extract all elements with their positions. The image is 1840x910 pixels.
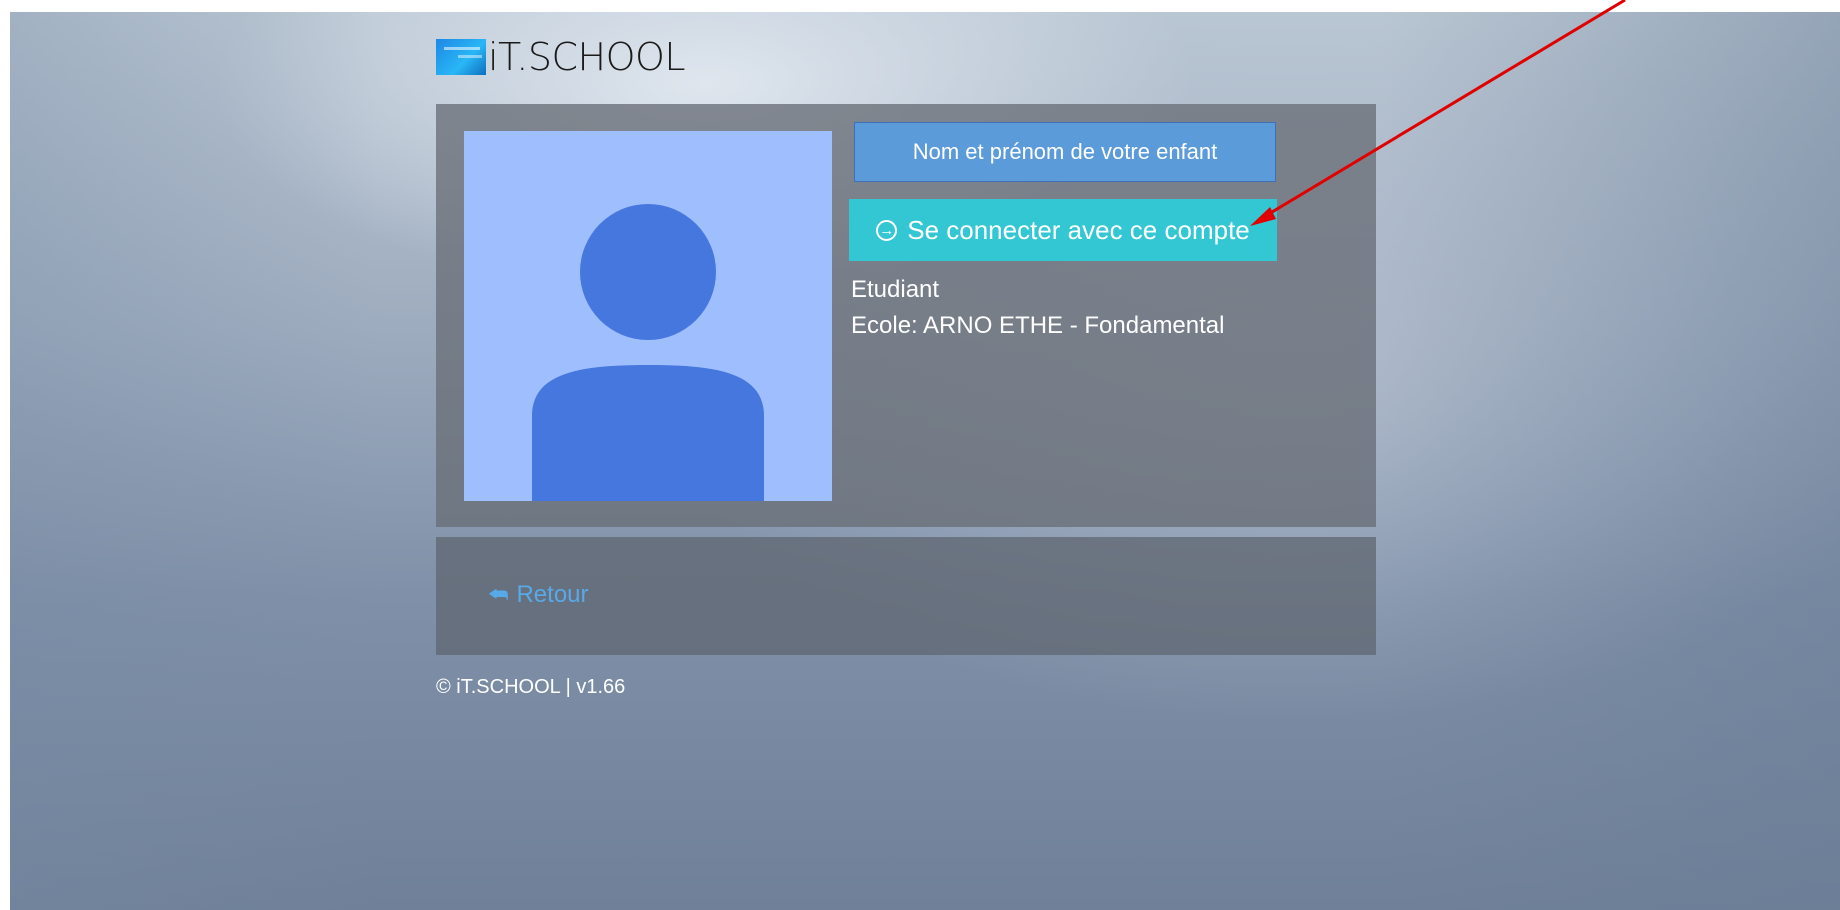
login-button-label: Se connecter avec ce compte [907,214,1250,245]
child-name-label: Nom et prénom de votre enfant [912,139,1218,164]
account-card: Nom et prénom de votre enfant → Se conne… [436,104,1376,527]
child-name-field: Nom et prénom de votre enfant [854,122,1276,182]
back-link[interactable]: ⮪ Retour [488,581,589,609]
arrow-circle-right-icon: → [876,219,898,241]
footer-copyright: © iT.SCHOOL | v1.66 [436,676,626,698]
account-school: Ecole: ARNO ETHE - Fondamental [851,312,1225,339]
itschool-logo: iT.SCHOOL [436,35,686,79]
logo-text: iT.SCHOOL [488,35,686,79]
logo-mark-icon [436,39,486,75]
back-bar: ⮪ Retour [436,537,1376,655]
back-link-label: Retour [516,581,589,608]
reply-icon: ⮪ [488,582,509,607]
avatar [464,131,832,501]
user-silhouette-icon [532,204,764,501]
login-with-account-button[interactable]: → Se connecter avec ce compte [849,199,1277,261]
account-role: Etudiant [851,276,940,303]
